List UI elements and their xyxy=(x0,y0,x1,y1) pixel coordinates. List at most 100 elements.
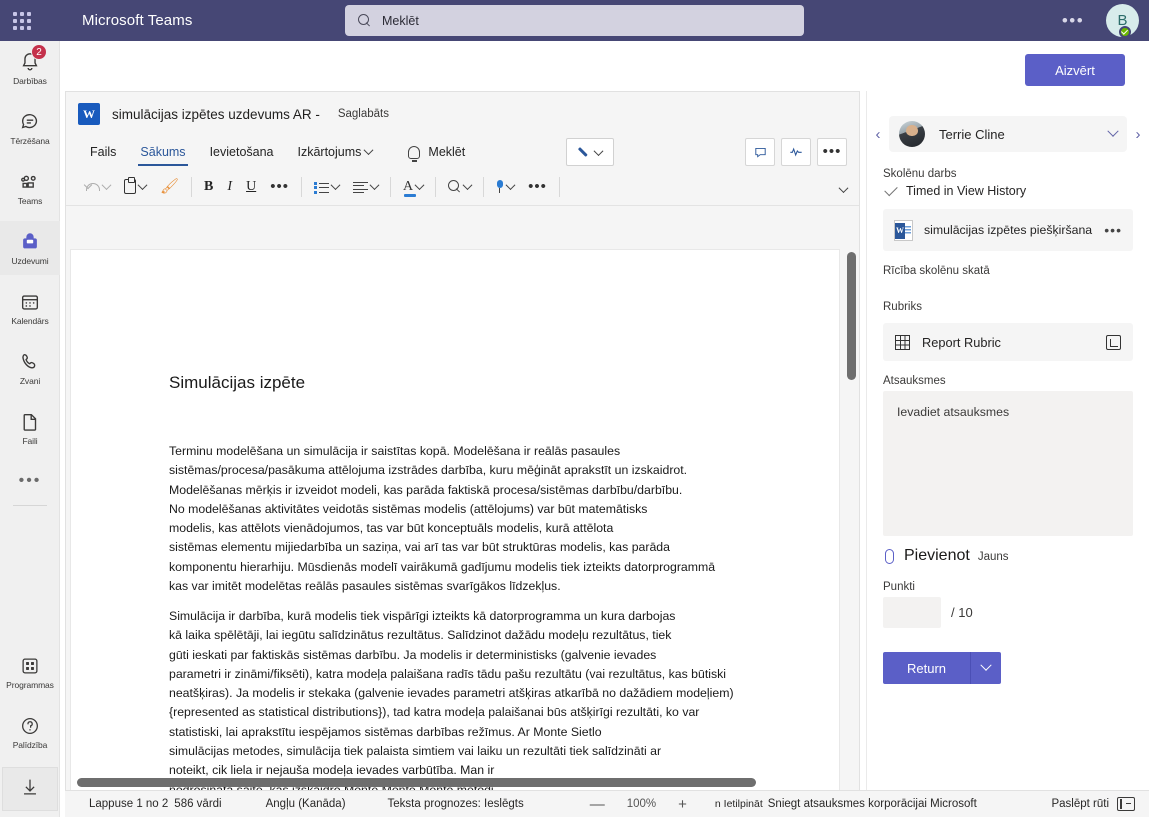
align-button[interactable] xyxy=(346,173,385,201)
sidebar-item-chat[interactable]: Tērzēšana xyxy=(0,101,60,155)
zoom-in-button[interactable]: + xyxy=(678,796,687,813)
lightbulb-icon xyxy=(408,145,421,162)
format-painter-icon: 🖌 xyxy=(160,178,180,195)
bullets-button[interactable] xyxy=(307,173,346,201)
student-name: Terrie Cline xyxy=(939,126,1005,142)
tab-file[interactable]: Fails xyxy=(78,140,128,165)
return-options-button[interactable] xyxy=(971,652,1001,684)
grid-icon xyxy=(895,334,910,350)
feedback-input[interactable]: Ievadiet atsauksmes xyxy=(883,391,1133,536)
collapse-ribbon-button[interactable] xyxy=(838,180,849,198)
help-icon xyxy=(19,715,41,737)
sidebar-item-help[interactable]: Palīdzība xyxy=(0,705,60,759)
return-button[interactable]: Return xyxy=(883,652,971,684)
toolbar-more-button[interactable]: ••• xyxy=(521,173,554,201)
sidebar-item-teams[interactable]: Teams xyxy=(0,161,60,215)
zoom-level[interactable]: 100% xyxy=(627,798,656,810)
tab-layout[interactable]: Izkārtojums xyxy=(286,140,385,165)
chevron-down-icon xyxy=(462,180,473,191)
comments-button[interactable] xyxy=(745,138,775,166)
document-vertical-scrollbar[interactable] xyxy=(847,249,856,817)
sidebar-item-calendar[interactable]: Kalendārs xyxy=(0,281,60,335)
sidebar-item-files[interactable]: Faili xyxy=(0,401,60,455)
chevron-down-icon xyxy=(414,180,425,191)
underline-button[interactable]: U xyxy=(239,173,263,201)
sidebar-label-calendar: Kalendārs xyxy=(11,315,49,326)
sidebar-label-files: Faili xyxy=(22,435,38,446)
undo-icon xyxy=(85,180,100,193)
top-more-button[interactable]: ••• xyxy=(1056,0,1090,41)
page-count[interactable]: Lappuse 1 no 2 xyxy=(89,798,168,810)
dictate-button[interactable] xyxy=(489,173,521,201)
bullet-list-icon xyxy=(313,181,329,194)
tab-layout-label: Izkārtojums xyxy=(297,144,362,159)
horizontal-scroll-thumb[interactable] xyxy=(77,778,756,787)
global-search-box[interactable]: Meklēt xyxy=(345,5,804,36)
toolbar-divider xyxy=(483,176,485,197)
undo-button[interactable] xyxy=(78,173,117,201)
bold-button[interactable]: B xyxy=(197,173,220,201)
language-indicator[interactable]: Angļu (Kanāda) xyxy=(266,798,346,810)
more-options-button[interactable]: ••• xyxy=(817,138,847,166)
sidebar-label-chat: Tērzēšana xyxy=(10,135,50,146)
sidebar-item-calls[interactable]: Zvani xyxy=(0,341,60,395)
file-more-button[interactable]: ••• xyxy=(1104,222,1122,238)
toolbar-divider xyxy=(300,176,302,197)
file-icon xyxy=(19,411,41,433)
download-icon xyxy=(19,776,41,803)
ribbon-tabs: Fails Sākums Ievietošana Izkārtojums Mek… xyxy=(66,136,859,168)
phone-icon xyxy=(19,351,41,373)
chevron-down-icon xyxy=(137,180,148,191)
text-predictions-status[interactable]: Teksta prognozes: Ieslēgts xyxy=(388,798,524,810)
tab-home[interactable]: Sākums xyxy=(128,140,197,166)
student-view-action-label: Rīcība skolēnu skatā xyxy=(883,265,990,277)
app-launcher-button[interactable] xyxy=(0,0,44,41)
document-horizontal-scrollbar[interactable] xyxy=(70,777,850,789)
rubric-card[interactable]: Report Rubric xyxy=(883,323,1133,361)
tab-insert[interactable]: Ievietošana xyxy=(198,140,286,165)
underline-icon: U xyxy=(246,178,257,194)
previous-student-button[interactable]: ‹ xyxy=(867,126,889,143)
document-name[interactable]: simulācijas izpētes uzdevums AR - xyxy=(112,107,320,122)
return-button-group: Return xyxy=(883,652,1149,684)
word-count[interactable]: 586 vārdi xyxy=(174,798,221,810)
format-painter-button[interactable]: 🖌 xyxy=(153,173,186,201)
sidebar-label-assignments: Uzdevumi xyxy=(11,255,49,266)
expand-rubric-icon[interactable] xyxy=(1106,334,1121,350)
paste-button[interactable] xyxy=(117,173,153,201)
download-app-button[interactable] xyxy=(2,767,58,811)
student-file-card[interactable]: simulācijas izpētes piešķiršana ••• xyxy=(883,209,1133,251)
close-button[interactable]: Aizvērt xyxy=(1025,54,1125,86)
points-input[interactable] xyxy=(883,597,941,628)
chevron-down-icon xyxy=(1107,125,1119,137)
activity-button[interactable] xyxy=(781,138,811,166)
attach-button[interactable]: Pievienot Jauns xyxy=(883,547,1149,565)
toolbar-divider xyxy=(191,176,193,197)
tell-me-button[interactable]: Meklēt xyxy=(408,145,465,162)
sidebar-item-apps[interactable]: Programmas xyxy=(0,645,60,699)
sidebar-item-activity[interactable]: 2 Darbības xyxy=(0,41,60,95)
student-selector[interactable]: Terrie Cline xyxy=(889,116,1127,152)
document-scroll-area[interactable]: Simulācijas izpēte Terminu modelēšana un… xyxy=(66,245,859,817)
font-more-button[interactable]: ••• xyxy=(263,173,296,201)
user-avatar[interactable]: B xyxy=(1106,4,1139,38)
zoom-out-button[interactable]: — xyxy=(590,796,605,813)
next-student-button[interactable]: › xyxy=(1127,126,1149,143)
italic-button[interactable]: I xyxy=(220,173,239,201)
vertical-scroll-thumb[interactable] xyxy=(847,252,856,380)
hide-pane-button[interactable]: Paslēpt rūti xyxy=(1051,797,1135,811)
left-nav-rail: 2 Darbības Tērzēšana Teams Uzdevumi Kale… xyxy=(0,41,60,817)
student-work-label: Skolēnu darbs xyxy=(883,168,957,180)
find-button[interactable] xyxy=(441,173,478,201)
search-placeholder: Meklēt xyxy=(382,13,419,28)
document-page[interactable]: Simulācijas izpēte Terminu modelēšana un… xyxy=(70,249,840,817)
student-file-name: simulācijas izpētes piešķiršana xyxy=(924,223,1093,237)
bold-icon: B xyxy=(204,178,214,194)
send-feedback-link[interactable]: Sniegt atsauksmes korporācijai Microsoft xyxy=(768,798,977,810)
top-app-bar: Microsoft Teams Meklēt ••• B xyxy=(0,0,1149,41)
text-styles-button[interactable]: A xyxy=(396,173,430,201)
sidebar-item-assignments[interactable]: Uzdevumi xyxy=(0,221,60,275)
fit-to-window-button[interactable]: n Ietilpināt xyxy=(715,798,763,810)
editing-mode-button[interactable] xyxy=(566,138,614,166)
sidebar-more-button[interactable]: ••• xyxy=(0,461,60,501)
